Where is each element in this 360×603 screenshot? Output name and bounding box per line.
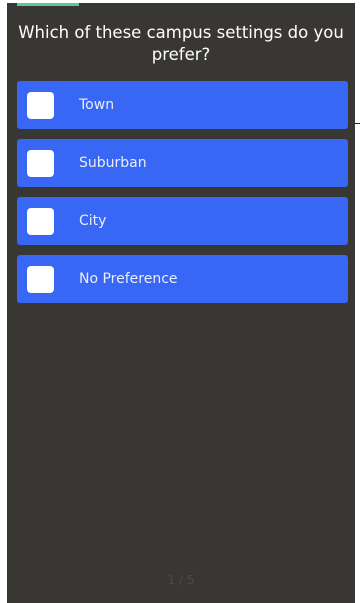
- option-label: No Preference: [79, 271, 178, 287]
- progress-accent-bar: [17, 3, 79, 6]
- option-town[interactable]: Town: [17, 81, 348, 129]
- option-list: Town Suburban City No Preference: [17, 81, 348, 313]
- option-city[interactable]: City: [17, 197, 348, 245]
- checkbox[interactable]: [27, 207, 54, 235]
- option-no-preference[interactable]: No Preference: [17, 255, 348, 303]
- option-label: Suburban: [79, 155, 147, 171]
- checkbox[interactable]: [27, 149, 54, 177]
- divider: [355, 123, 360, 124]
- checkbox[interactable]: [27, 265, 54, 293]
- question-text: Which of these campus settings do you pr…: [18, 23, 344, 64]
- survey-card: Which of these campus settings do you pr…: [7, 3, 355, 603]
- option-label: City: [79, 213, 107, 229]
- page-indicator: 1 / 5: [167, 573, 195, 587]
- option-suburban[interactable]: Suburban: [17, 139, 348, 187]
- checkbox[interactable]: [27, 91, 54, 119]
- option-label: Town: [79, 97, 115, 113]
